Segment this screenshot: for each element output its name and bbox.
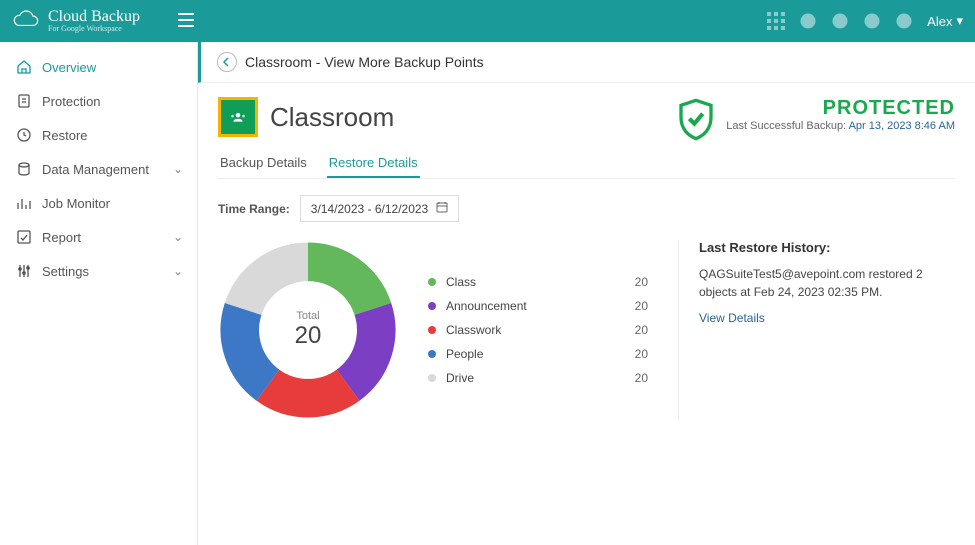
sidebar-item-report[interactable]: Report ⌄ <box>0 220 197 254</box>
chevron-down-icon: ⌄ <box>173 230 183 244</box>
sidebar-item-label: Settings <box>42 264 89 279</box>
page-title: Classroom <box>270 102 394 133</box>
sidebar-item-settings[interactable]: Settings ⌄ <box>0 254 197 288</box>
legend-item: Class 20 <box>428 275 648 289</box>
topbar-right: Alex ▾ <box>767 12 963 30</box>
legend-value: 20 <box>635 323 648 337</box>
face-icon[interactable] <box>831 12 849 30</box>
legend-item: Announcement 20 <box>428 299 648 313</box>
cloud-logo-icon <box>12 6 40 37</box>
last-backup-prefix: Last Successful Backup: <box>726 120 846 132</box>
apps-grid-icon[interactable] <box>767 12 785 30</box>
help-icon[interactable] <box>895 12 913 30</box>
sidebar: Overview Protection Restore Data Management… <box>0 42 198 545</box>
sidebar-item-label: Protection <box>42 94 101 109</box>
user-name: Alex <box>927 14 952 29</box>
calendar-icon <box>436 201 448 216</box>
menu-toggle-icon[interactable] <box>178 13 194 30</box>
status-label: PROTECTED <box>726 97 955 120</box>
restore-history-heading: Last Restore History: <box>699 240 938 255</box>
caret-down-icon: ▾ <box>956 13 963 29</box>
last-backup-time-link[interactable]: Apr 13, 2023 8:46 AM <box>849 120 955 132</box>
sidebar-item-restore[interactable]: Restore <box>0 118 197 152</box>
breadcrumb-text: Classroom - View More Backup Points <box>245 54 484 70</box>
tabs: Backup Details Restore Details <box>218 149 955 179</box>
time-range-label: Time Range: <box>218 202 290 216</box>
chart-column: Total 20 Class 20 Announcement 20 Classwork 2… <box>218 240 648 420</box>
sidebar-item-protection[interactable]: Protection <box>0 84 197 118</box>
bell-icon[interactable] <box>799 12 817 30</box>
brand-name: Cloud Backup <box>48 8 140 25</box>
legend-dot <box>428 326 436 334</box>
classroom-app-icon <box>218 97 258 137</box>
legend-name: Drive <box>446 371 625 385</box>
protection-status: PROTECTED Last Successful Backup: Apr 13… <box>676 97 955 137</box>
donut-center-label: Total <box>296 310 319 322</box>
page-title-block: Classroom <box>218 97 394 137</box>
brand-tagline: For Google Workspace <box>48 25 140 33</box>
chart-icon <box>16 195 32 211</box>
database-icon <box>16 161 32 177</box>
legend-dot <box>428 278 436 286</box>
legend-value: 20 <box>635 347 648 361</box>
time-range-value: 3/14/2023 - 6/12/2023 <box>311 202 428 216</box>
sidebar-item-label: Job Monitor <box>42 196 110 211</box>
legend-value: 20 <box>635 371 648 385</box>
legend-item: Drive 20 <box>428 371 648 385</box>
sliders-icon <box>16 263 32 279</box>
legend-dot <box>428 302 436 310</box>
donut-chart: Total 20 <box>218 240 398 420</box>
legend-name: Class <box>446 275 625 289</box>
main-content: Classroom - View More Backup Points Clas… <box>198 42 975 545</box>
sidebar-item-data-management[interactable]: Data Management ⌄ <box>0 152 197 186</box>
home-icon <box>16 59 32 75</box>
legend-value: 20 <box>635 299 648 313</box>
legend-name: Announcement <box>446 299 625 313</box>
view-details-link[interactable]: View Details <box>699 311 765 325</box>
chevron-down-icon: ⌄ <box>173 264 183 278</box>
tab-backup-details[interactable]: Backup Details <box>218 149 309 178</box>
report-icon <box>16 229 32 245</box>
upload-icon[interactable] <box>863 12 881 30</box>
sidebar-item-label: Data Management <box>42 162 149 177</box>
legend-item: Classwork 20 <box>428 323 648 337</box>
donut-center-value: 20 <box>295 322 322 350</box>
chart-legend: Class 20 Announcement 20 Classwork 20 People 20… <box>428 275 648 385</box>
top-bar: Cloud Backup For Google Workspace Alex ▾ <box>0 0 975 42</box>
time-range-row: Time Range: 3/14/2023 - 6/12/2023 <box>218 195 955 222</box>
legend-name: People <box>446 347 625 361</box>
user-menu[interactable]: Alex ▾ <box>927 13 963 29</box>
legend-item: People 20 <box>428 347 648 361</box>
sidebar-item-job-monitor[interactable]: Job Monitor <box>0 186 197 220</box>
legend-dot <box>428 350 436 358</box>
legend-value: 20 <box>635 275 648 289</box>
shield-check-icon <box>676 97 716 137</box>
history-icon <box>16 127 32 143</box>
restore-history-text: QAGSuiteTest5@avepoint.com restored 2 ob… <box>699 265 938 301</box>
sidebar-item-label: Restore <box>42 128 88 143</box>
sidebar-item-overview[interactable]: Overview <box>0 50 197 84</box>
legend-name: Classwork <box>446 323 625 337</box>
time-range-picker[interactable]: 3/14/2023 - 6/12/2023 <box>300 195 459 222</box>
breadcrumb-bar: Classroom - View More Backup Points <box>198 42 975 83</box>
tab-restore-details[interactable]: Restore Details <box>327 149 420 178</box>
chevron-down-icon: ⌄ <box>173 162 183 176</box>
topbar-left: Cloud Backup For Google Workspace <box>12 6 194 37</box>
sidebar-item-label: Overview <box>42 60 96 75</box>
shield-doc-icon <box>16 93 32 109</box>
brand: Cloud Backup For Google Workspace <box>48 9 140 33</box>
back-button[interactable] <box>217 52 237 72</box>
sidebar-item-label: Report <box>42 230 81 245</box>
restore-history-panel: Last Restore History: QAGSuiteTest5@avep… <box>678 240 938 420</box>
legend-dot <box>428 374 436 382</box>
